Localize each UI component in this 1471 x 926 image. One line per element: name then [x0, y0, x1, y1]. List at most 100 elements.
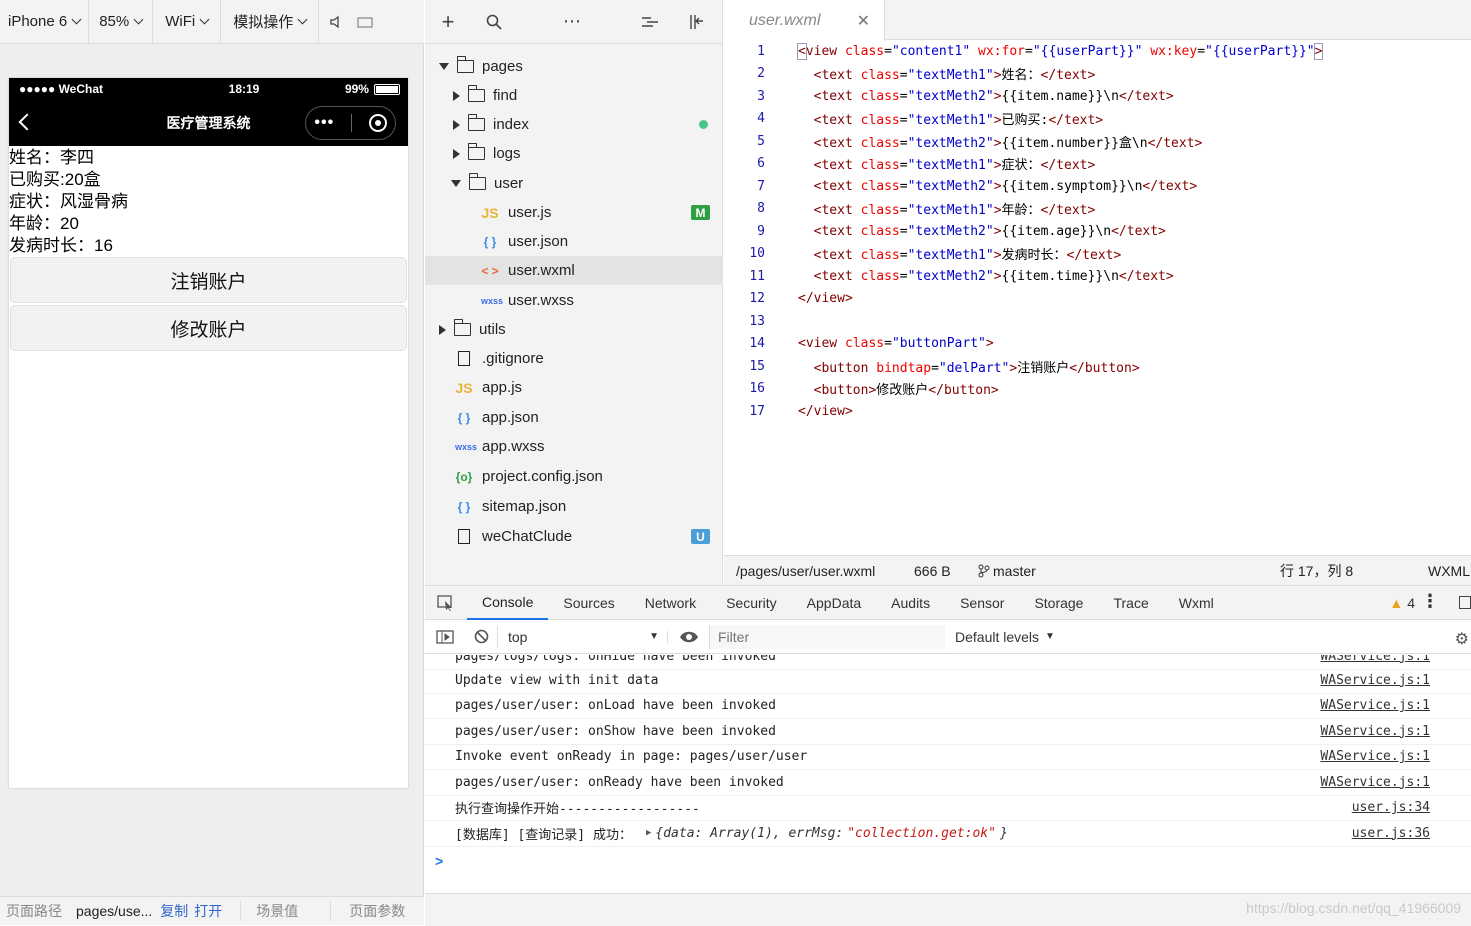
tree-file-sitemap[interactable]: { } sitemap.json — [425, 492, 723, 521]
clear-console-icon[interactable] — [465, 629, 497, 644]
zoom-select[interactable]: 85% — [89, 0, 154, 44]
file-icon — [458, 529, 470, 544]
add-icon[interactable]: + — [425, 0, 471, 44]
wxss-file-icon: wxss — [481, 295, 504, 306]
kebab-menu-icon[interactable]: ⋮ — [1421, 592, 1439, 610]
log-source-link[interactable]: WAService.js:1 — [1320, 673, 1430, 688]
tree-folder-find[interactable]: find — [425, 81, 723, 110]
tree-toolbar: + ⋯ — [425, 0, 723, 44]
tree-folder-pages[interactable]: pages — [425, 52, 723, 81]
expand-triangle-icon[interactable]: ▶ — [646, 828, 651, 838]
path-label: 页面路径 — [6, 903, 62, 919]
tab-appdata[interactable]: AppData — [792, 586, 876, 620]
tree-file-user-wxss[interactable]: wxss user.wxss — [425, 286, 723, 315]
copy-link[interactable]: 复制 — [160, 901, 188, 921]
triangle-down-icon: ▼ — [649, 631, 659, 642]
tree-file-app-wxss[interactable]: wxss app.wxss — [425, 432, 723, 461]
search-icon[interactable] — [471, 0, 517, 44]
language-mode[interactable]: WXML — [1428, 563, 1470, 579]
rotate-icon[interactable] — [353, 0, 377, 44]
settings-gear-icon[interactable]: ⚙ — [1455, 629, 1469, 649]
tree-folder-user[interactable]: user — [425, 169, 723, 198]
code-area[interactable]: 1 <view class="content1" wx:for="{{userPa… — [724, 40, 1471, 555]
console-prompt[interactable]: > — [435, 853, 443, 869]
cursor-position[interactable]: 行 17，列 8 — [1280, 561, 1428, 581]
tab-sources[interactable]: Sources — [548, 586, 629, 620]
tree-file-user-json[interactable]: { } user.json — [425, 227, 723, 256]
device-select[interactable]: iPhone 6 — [0, 0, 90, 44]
collapse-icon[interactable] — [627, 0, 673, 44]
log-levels-select[interactable]: Default levels ▼ — [945, 629, 1055, 645]
log-source-link[interactable]: WAService.js:1 — [1320, 775, 1430, 790]
more-dots-icon[interactable]: ••• — [314, 114, 334, 132]
sidebar-toggle-icon[interactable] — [425, 629, 465, 644]
delete-account-button[interactable]: 注销账户 — [10, 257, 407, 303]
tab-sensor[interactable]: Sensor — [945, 586, 1019, 620]
tree-file-project-config[interactable]: {o} project.config.json — [425, 462, 723, 491]
tab-audits[interactable]: Audits — [876, 586, 945, 620]
log-source-link[interactable]: WAService.js:1 — [1320, 749, 1430, 764]
log-source-link[interactable]: WAService.js:1 — [1320, 698, 1430, 713]
log-source-link[interactable]: user.js:34 — [1352, 800, 1430, 815]
tree-folder-logs[interactable]: logs — [425, 139, 723, 168]
info-purchased: 已购买:20盒 — [9, 170, 101, 189]
close-icon[interactable]: ✕ — [857, 11, 870, 31]
scene-button[interactable]: 场景值 — [241, 901, 332, 921]
eye-icon[interactable] — [667, 630, 709, 643]
context-select[interactable]: top ▼ — [497, 625, 667, 648]
tree-file-user-wxml[interactable]: < > user.wxml — [425, 256, 723, 285]
json-file-icon: { } — [457, 410, 471, 425]
file-path: /pages/user/user.wxml — [736, 562, 876, 579]
tree-file-app-js[interactable]: JS app.js — [425, 373, 723, 402]
tab-security[interactable]: Security — [711, 586, 792, 620]
chevron-down-icon — [71, 14, 82, 25]
json-file-icon: { } — [483, 234, 497, 249]
log-source-link[interactable]: user.js:36 — [1352, 826, 1430, 841]
info-age: 年龄：20 — [9, 214, 79, 233]
caret-right-icon — [453, 148, 460, 159]
tab-storage[interactable]: Storage — [1019, 586, 1098, 620]
log-source-link[interactable]: WAService.js:1 — [1320, 655, 1430, 664]
network-select[interactable]: WiFi — [153, 0, 222, 44]
json-file-icon: { } — [457, 499, 471, 514]
close-target-icon[interactable] — [368, 114, 387, 132]
tree-file-wechatclude[interactable]: weChatClude U — [425, 522, 723, 551]
volume-icon[interactable] — [319, 0, 353, 44]
tab-console[interactable]: Console — [467, 586, 549, 620]
info-symptom: 症状：风湿骨病 — [9, 192, 128, 211]
tab-wxml[interactable]: Wxml — [1164, 586, 1229, 620]
back-icon[interactable] — [18, 113, 36, 131]
chevron-down-icon — [199, 14, 210, 25]
page-params-button[interactable]: 页面参数 — [331, 901, 415, 921]
tree-file-user-js[interactable]: JS user.js M — [425, 198, 723, 227]
warning-count[interactable]: ▲ 4 — [1389, 595, 1415, 611]
tree-folder-utils[interactable]: utils — [425, 315, 723, 344]
log-source-link[interactable]: WAService.js:1 — [1320, 724, 1430, 739]
tree-file-app-json[interactable]: { } app.json — [425, 403, 723, 432]
phone-screen: ●●●●● WeChat 18:19 99% 医疗管理系统 ••• 姓名：李四 … — [9, 78, 408, 788]
tree-file-gitignore[interactable]: .gitignore — [425, 344, 723, 373]
triangle-down-icon: ▼ — [1045, 631, 1055, 642]
dock-icon[interactable] — [1459, 596, 1471, 609]
tab-trace[interactable]: Trace — [1098, 586, 1163, 620]
inspect-icon[interactable] — [425, 586, 467, 620]
modified-badge: M — [691, 205, 710, 220]
tab-user-wxml[interactable]: user.wxml ✕ — [724, 0, 885, 41]
git-branch[interactable]: master — [978, 563, 1280, 579]
config-file-icon: {o} — [455, 469, 473, 484]
operation-select[interactable]: 模拟操作 — [221, 0, 320, 44]
js-file-icon: JS — [481, 204, 499, 221]
split-icon[interactable] — [673, 0, 719, 44]
info-duration: 发病时长：16 — [9, 236, 113, 255]
devtools-panel: Console Sources Network Security AppData… — [425, 585, 1471, 926]
log-row: pages/user/user: onShow have been invoke… — [425, 719, 1471, 745]
more-icon[interactable]: ⋯ — [517, 0, 627, 44]
open-link[interactable]: 打开 — [188, 901, 242, 921]
object-preview[interactable]: ▶ {data: Array(1), errMsg: "collection.ge… — [646, 826, 1008, 841]
edit-account-button[interactable]: 修改账户 — [10, 305, 407, 351]
tab-network[interactable]: Network — [630, 586, 711, 620]
folder-icon — [467, 143, 485, 160]
tree-folder-index[interactable]: index — [425, 110, 723, 139]
filter-input[interactable] — [709, 624, 945, 649]
watermark: https://blog.csdn.net/qq_41966009 — [1246, 900, 1461, 916]
